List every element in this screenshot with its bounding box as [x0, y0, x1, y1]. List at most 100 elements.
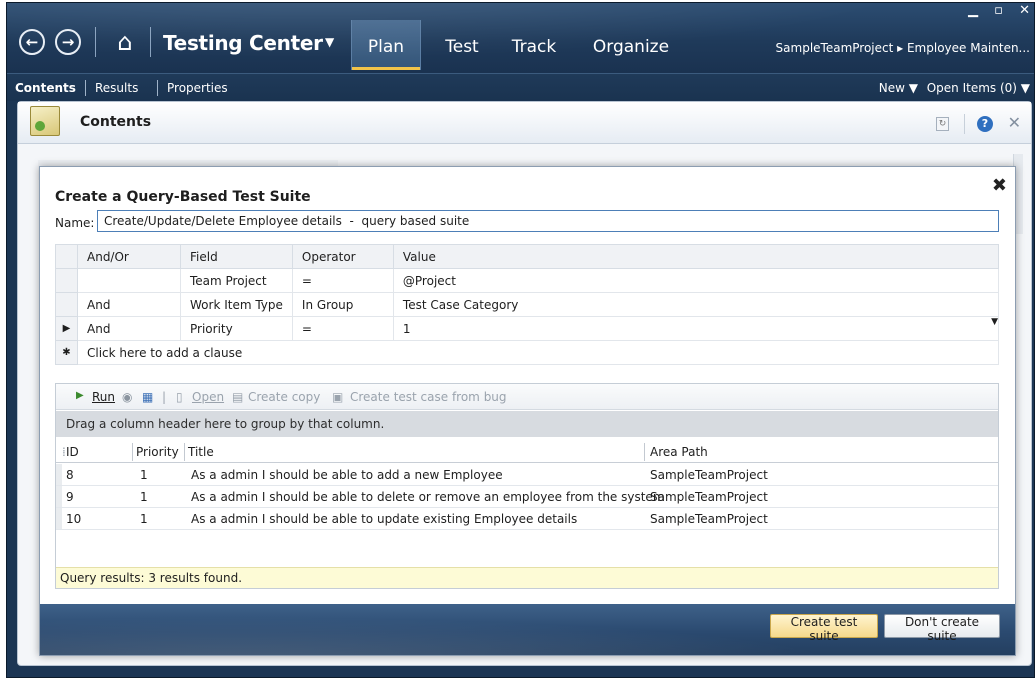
- cell-priority: 1: [140, 490, 148, 504]
- clause-field[interactable]: Work Item Type: [180, 292, 293, 317]
- clause-value: 1: [402, 321, 411, 336]
- stop-icon[interactable]: ◉: [122, 390, 132, 404]
- new-menu-button[interactable]: New ▼: [879, 81, 918, 95]
- cell-area-path: SampleTeamProject: [650, 512, 768, 526]
- row-gutter: [56, 508, 62, 529]
- cell-id: 10: [66, 512, 82, 526]
- app-dropdown-icon[interactable]: ▼: [325, 35, 334, 49]
- current-row-arrow-icon[interactable]: ▶: [55, 316, 78, 341]
- subnav-properties[interactable]: Properties: [167, 81, 228, 95]
- forward-arrow-icon[interactable]: →: [55, 29, 81, 55]
- clause-operator[interactable]: In Group: [291, 292, 394, 317]
- cell-id: 8: [66, 468, 74, 482]
- clause-row[interactable]: And Work Item Type In Group Test Case Ca…: [55, 292, 1000, 317]
- dont-create-suite-button[interactable]: Don't create suite: [884, 614, 1000, 643]
- tab-track[interactable]: Track: [499, 20, 569, 70]
- create-from-bug-button[interactable]: Create test case from bug: [350, 390, 507, 404]
- row-gutter: [56, 486, 62, 507]
- column-area-path[interactable]: Area Path: [650, 445, 708, 459]
- cell-priority: 1: [140, 512, 148, 526]
- column-field: Field: [180, 244, 293, 269]
- query-results-panel: ▶ Run ◉ ▦ | ▯ Open ▤ Create copy ▣ Creat…: [55, 383, 999, 589]
- clause-andor[interactable]: [77, 268, 181, 293]
- row-gutter: [56, 464, 62, 485]
- toolbar-divider: [95, 27, 96, 57]
- cell-priority: 1: [140, 468, 148, 482]
- suite-name-input[interactable]: [97, 210, 999, 232]
- column-value: Value: [392, 244, 1000, 269]
- results-status-bar: Query results: 3 results found.: [56, 567, 998, 588]
- refresh-icon[interactable]: ↻: [936, 117, 949, 131]
- run-icon[interactable]: ▶: [76, 390, 84, 401]
- dialog-close-icon[interactable]: ✖: [992, 175, 1007, 196]
- sub-navigation: Contents Results Properties New ▼ Open I…: [7, 73, 1034, 106]
- subnav-contents[interactable]: Contents: [15, 81, 76, 106]
- subnav-divider: [157, 80, 158, 96]
- clause-header-row: And/Or Field Operator Value: [55, 244, 1000, 269]
- column-divider[interactable]: [644, 443, 645, 461]
- cell-area-path: SampleTeamProject: [650, 468, 768, 482]
- close-icon[interactable]: ✕: [1008, 113, 1021, 132]
- run-button[interactable]: Run: [92, 390, 115, 404]
- row-selector-header: [55, 244, 78, 269]
- toolbar-divider: |: [162, 390, 167, 404]
- tab-test[interactable]: Test: [432, 20, 492, 70]
- clause-andor[interactable]: And: [77, 316, 181, 341]
- table-row[interactable]: 10 1 As a admin I should be able to upda…: [56, 508, 998, 530]
- help-icon[interactable]: ?: [977, 116, 993, 132]
- clause-field[interactable]: Priority: [180, 316, 293, 341]
- bug-icon: ▣: [332, 390, 344, 404]
- clause-value[interactable]: @Project: [392, 268, 1000, 293]
- add-clause-link[interactable]: Click here to add a clause: [77, 340, 999, 365]
- open-icon: ▯: [176, 390, 183, 404]
- clause-value-dropdown[interactable]: 1 ▼: [392, 316, 1000, 341]
- copy-icon: ▤: [232, 390, 244, 404]
- query-clause-grid: And/Or Field Operator Value Team Project…: [55, 244, 1000, 365]
- open-items-menu[interactable]: Open Items (0) ▼: [927, 81, 1030, 95]
- back-arrow-icon[interactable]: ←: [19, 29, 45, 55]
- create-test-suite-button[interactable]: Create test suite: [770, 614, 878, 643]
- column-options-icon[interactable]: ▦: [142, 390, 153, 404]
- name-label: Name:: [55, 216, 95, 230]
- column-divider[interactable]: [184, 443, 185, 461]
- row-selector[interactable]: [55, 292, 78, 317]
- column-id[interactable]: ID: [66, 445, 79, 459]
- open-button[interactable]: Open: [192, 390, 224, 404]
- chevron-down-icon[interactable]: ▼: [991, 317, 998, 327]
- clause-row[interactable]: Team Project = @Project: [55, 268, 1000, 293]
- table-row[interactable]: 8 1 As a admin I should be able to add a…: [56, 464, 998, 486]
- column-divider[interactable]: [132, 443, 133, 461]
- column-priority[interactable]: Priority: [136, 445, 179, 459]
- clause-operator[interactable]: =: [291, 316, 394, 341]
- window-controls[interactable]: ▁ ▫ ✕: [968, 3, 1034, 18]
- tab-organize[interactable]: Organize: [581, 20, 681, 70]
- column-andor: And/Or: [77, 244, 181, 269]
- dialog-footer: Create test suite Don't create suite: [40, 604, 1015, 655]
- tab-plan[interactable]: Plan: [351, 20, 421, 70]
- subnav-results[interactable]: Results: [95, 81, 138, 95]
- subnav-divider: [85, 80, 86, 96]
- home-icon[interactable]: ⌂: [112, 28, 138, 56]
- column-title[interactable]: Title: [188, 445, 214, 459]
- project-breadcrumb[interactable]: SampleTeamProject ▸ Employee Mainten...: [776, 41, 1030, 55]
- new-row-asterisk-icon: ✱: [55, 340, 78, 365]
- group-by-area[interactable]: Drag a column header here to group by th…: [56, 411, 998, 437]
- clause-andor[interactable]: And: [77, 292, 181, 317]
- clause-operator[interactable]: =: [291, 268, 394, 293]
- title-bar: ← → ⌂ Testing Center ▼ Plan Test Track O…: [7, 3, 1034, 73]
- clause-row[interactable]: ▶ And Priority = 1 ▼: [55, 316, 1000, 341]
- row-selector[interactable]: [55, 268, 78, 293]
- page-header: Contents ↻ ? ✕: [18, 102, 1031, 144]
- cell-area-path: SampleTeamProject: [650, 490, 768, 504]
- dialog-title: Create a Query-Based Test Suite: [55, 189, 311, 205]
- clause-value[interactable]: Test Case Category: [392, 292, 1000, 317]
- test-plan-icon: [30, 106, 60, 136]
- add-clause-row[interactable]: ✱ Click here to add a clause: [55, 340, 999, 365]
- clause-field[interactable]: Team Project: [180, 268, 293, 293]
- table-row[interactable]: 9 1 As a admin I should be able to delet…: [56, 486, 998, 508]
- column-operator: Operator: [291, 244, 394, 269]
- app-title: Testing Center: [163, 31, 323, 55]
- create-copy-button[interactable]: Create copy: [248, 390, 320, 404]
- cell-title: As a admin I should be able to delete or…: [191, 490, 665, 504]
- page-title: Contents: [80, 114, 152, 130]
